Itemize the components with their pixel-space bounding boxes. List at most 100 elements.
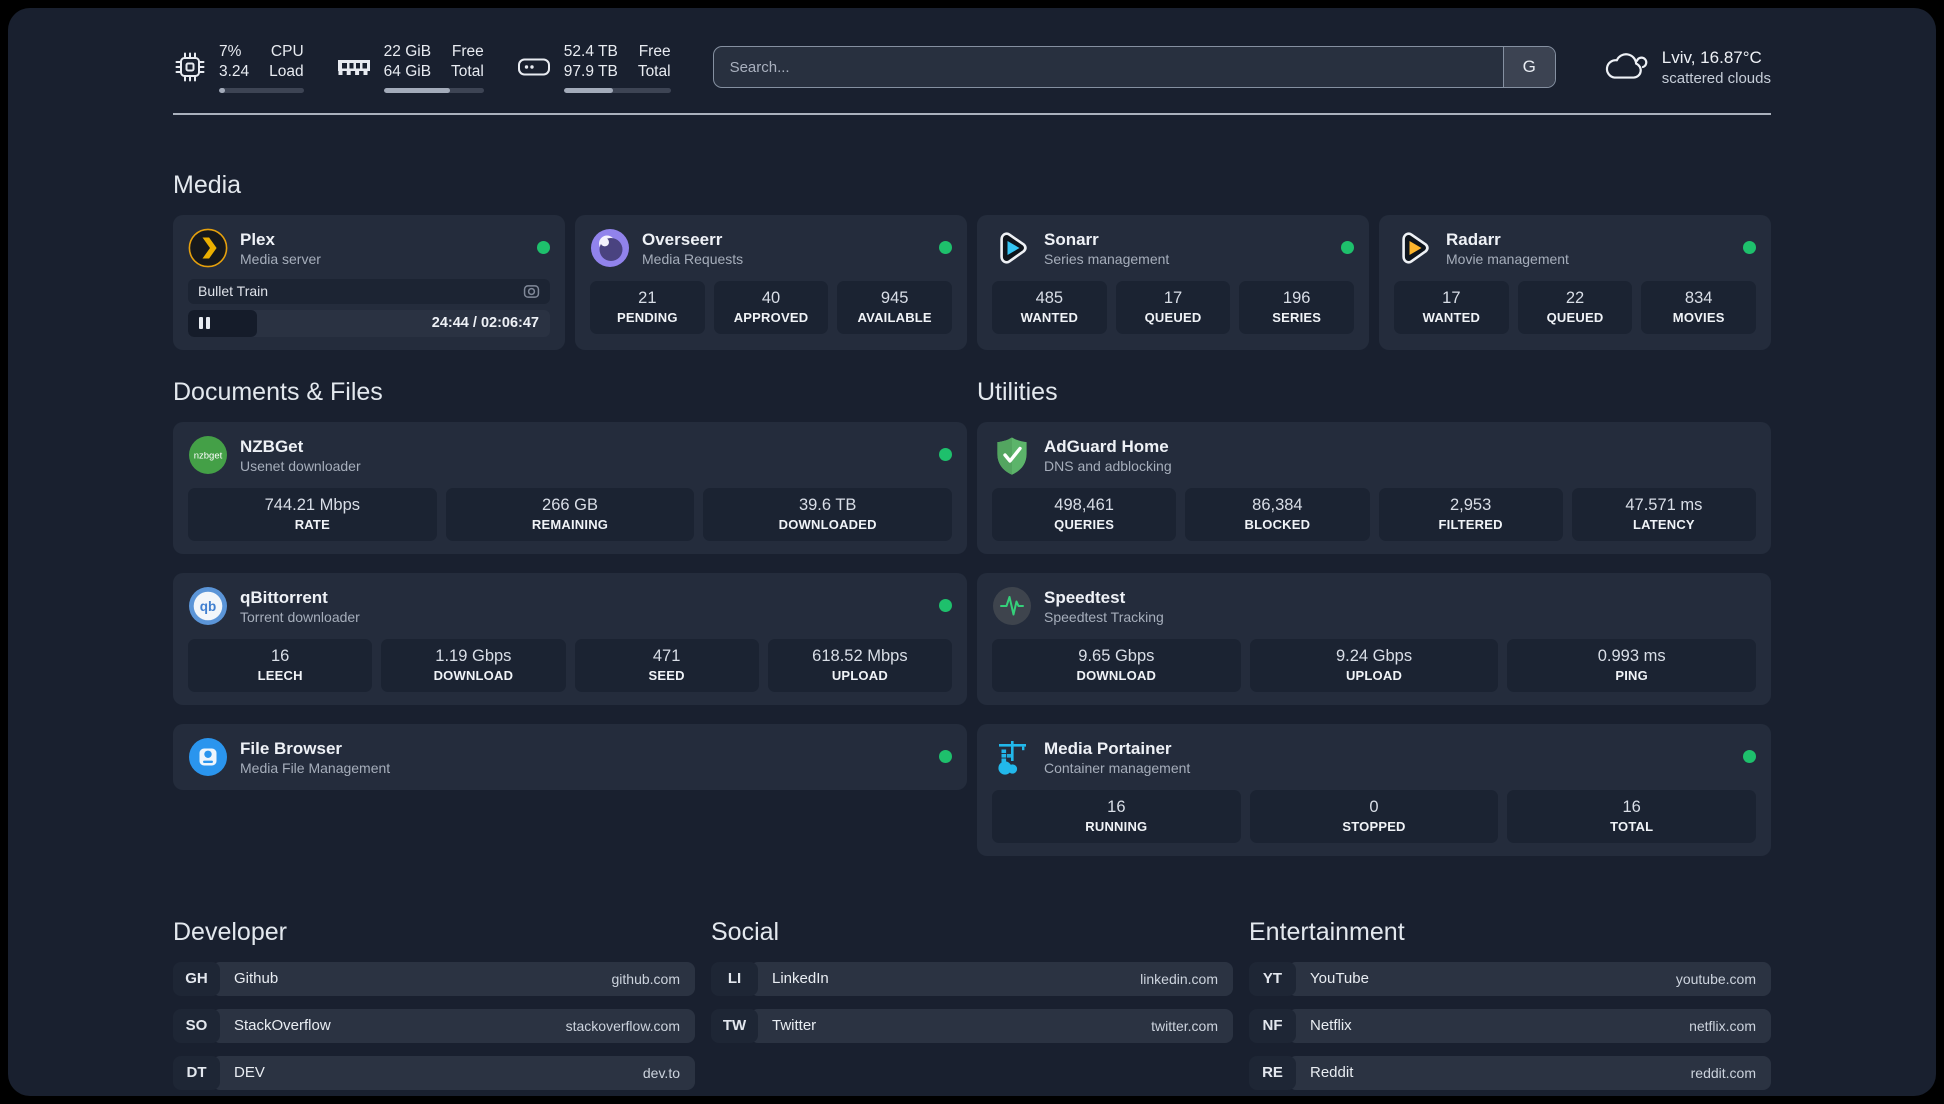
memory-icon [336,54,372,80]
weather-location-temp: Lviv, 16.87°C [1661,47,1762,67]
section-developer: Developer GH Github github.com SO StackO… [173,918,695,1090]
stat-filtered: 2,953 FILTERED [1378,487,1563,541]
section-title-entertainment: Entertainment [1249,917,1405,946]
speedtest-icon [992,586,1032,626]
app-name: NZBGet [240,436,304,456]
status-dot [1743,750,1756,764]
camera-icon[interactable] [523,284,540,299]
app-subtitle: Usenet downloader [240,457,361,474]
svg-text:qb: qb [200,599,217,614]
card-nzbget[interactable]: nzbget NZBGet Usenet downloader 744.21 M… [173,421,967,554]
link-url: netflix.com [1689,1017,1756,1034]
search-engine-button[interactable]: G [1502,47,1555,88]
memory-free-value: 22 GiB [383,43,432,60]
link-tag: DT [173,1055,220,1090]
metric-cpu: 7% 3.24 CPU Load [173,42,304,93]
link-name: Twitter [772,1017,817,1035]
header-divider [173,112,1771,115]
stat-pending: 21 PENDING [590,280,705,334]
app-name: AdGuard Home [1044,436,1169,456]
status-dot [1743,241,1756,255]
app-name: Overseerr [642,229,723,249]
memory-free-label: Free [451,43,484,60]
card-speedtest[interactable]: Speedtest Speedtest Tracking 9.65 Gbps D… [977,572,1771,705]
stat-download: 9.65 Gbps DOWNLOAD [992,638,1241,692]
link-tag: GH [173,961,220,996]
link-reddit[interactable]: RE Reddit reddit.com [1249,1055,1771,1090]
app-name: File Browser [240,738,343,758]
overseerr-icon [590,228,630,268]
disk-total-value: 97.9 TB [563,62,618,80]
card-radarr[interactable]: Radarr Movie management 17 WANTED 22 QUE… [1379,214,1771,350]
link-url: reddit.com [1690,1064,1756,1081]
disk-icon [516,53,552,81]
weather-condition: scattered clouds [1661,69,1771,87]
stat-seed: 471 SEED [574,638,759,692]
card-plex[interactable]: Plex Media server Bullet Train 24:44 / 0… [173,214,565,350]
link-linkedin[interactable]: LI LinkedIn linkedin.com [711,961,1233,996]
section-title-media: Media [173,170,242,199]
status-dot [537,241,550,255]
playback-time: 24:44 / 02:06:47 [431,315,539,332]
link-tag: SO [173,1008,220,1043]
stat-movies: 834 MOVIES [1641,280,1757,334]
card-sonarr[interactable]: Sonarr Series management 485 WANTED 17 Q… [977,214,1369,350]
app-name: qBittorrent [240,587,328,607]
app-subtitle: Media Requests [642,250,744,267]
link-tag: NF [1249,1008,1296,1043]
app-name: Plex [240,229,275,249]
app-subtitle: Media File Management [240,759,391,776]
cpu-load-value: 3.24 [219,62,250,80]
link-twitter[interactable]: TW Twitter twitter.com [711,1008,1233,1043]
link-netflix[interactable]: NF Netflix netflix.com [1249,1008,1771,1043]
cpu-label: CPU [270,43,304,60]
link-github[interactable]: GH Github github.com [173,961,695,996]
card-qbittorrent[interactable]: qb qBittorrent Torrent downloader 16 LEE… [173,572,967,705]
metric-memory: 22 GiB 64 GiB Free Total [336,42,484,93]
section-utilities: Utilities AdGuard Home DNS and adblockin… [977,378,1771,856]
section-title-developer: Developer [173,917,287,946]
section-documents: Documents & Files nzbget NZBGet Usenet d… [173,378,967,790]
card-adguard[interactable]: AdGuard Home DNS and adblocking 498,461 … [977,421,1771,554]
cpu-usage-value: 7% [219,43,242,60]
nzbget-icon: nzbget [188,435,228,475]
pause-icon[interactable] [199,317,210,330]
stat-download: 1.19 Gbps DOWNLOAD [381,638,566,692]
link-name: Netflix [1310,1017,1352,1035]
app-name: Speedtest [1044,587,1126,607]
link-url: twitter.com [1151,1017,1218,1034]
stat-stopped: 0 STOPPED [1249,789,1499,843]
card-portainer[interactable]: Media Portainer Container management 16 … [977,723,1771,856]
link-url: youtube.com [1675,970,1756,987]
link-tag: RE [1249,1055,1296,1090]
status-dot [1341,241,1354,255]
weather-widget: Lviv, 16.87°C scattered clouds [1602,48,1771,87]
now-playing-title-row: Bullet Train [188,278,550,304]
stat-upload: 618.52 Mbps UPLOAD [767,638,952,692]
search-input[interactable] [713,47,1503,88]
memory-progress-fill [383,87,450,93]
memory-total-label: Total [451,62,484,80]
adguard-icon [992,435,1032,475]
cpu-icon [173,50,207,84]
plex-icon [188,228,228,268]
link-url: github.com [611,970,680,987]
app-subtitle: Movie management [1446,250,1569,267]
now-playing-title: Bullet Train [198,283,269,300]
section-media: Media Plex Media server Bullet Train 24:… [173,171,1771,350]
cpu-load-label: Load [269,62,304,80]
status-dot [939,448,952,462]
link-name: Github [234,970,279,988]
link-url: dev.to [642,1064,680,1081]
section-title-social: Social [711,917,780,946]
card-filebrowser[interactable]: File Browser Media File Management [173,723,967,790]
app-subtitle: Torrent downloader [240,608,360,625]
app-subtitle: DNS and adblocking [1044,457,1172,474]
link-tag: YT [1249,961,1296,996]
link-dev[interactable]: DT DEV dev.to [173,1055,695,1090]
disk-free-value: 52.4 TB [563,43,618,60]
media-player-bar[interactable]: 24:44 / 02:06:47 [188,309,550,337]
link-stackoverflow[interactable]: SO StackOverflow stackoverflow.com [173,1008,695,1043]
link-youtube[interactable]: YT YouTube youtube.com [1249,961,1771,996]
card-overseerr[interactable]: Overseerr Media Requests 21 PENDING 40 A… [575,214,967,350]
